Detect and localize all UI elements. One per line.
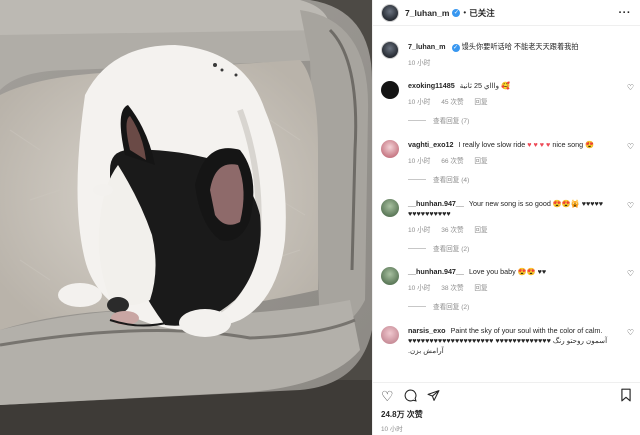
comment-text: I really love slow ride: [458, 140, 526, 149]
comment-emoji: 😍: [585, 140, 595, 149]
view-replies-label[interactable]: 查看回复 (2): [433, 301, 469, 311]
caption-meta: 10 小时: [408, 57, 634, 67]
reply-button[interactable]: 回复: [474, 227, 487, 234]
comment-username[interactable]: narsis_exo: [408, 326, 446, 335]
comment-text-block: vaghti_exo12 I really love slow ride ♥ ♥…: [408, 140, 634, 150]
bookmark-icon[interactable]: [620, 388, 632, 404]
caption-avatar[interactable]: [381, 41, 399, 59]
view-replies[interactable]: 查看回复 (2): [408, 301, 634, 311]
verified-badge-icon: ✓: [451, 44, 460, 52]
follow-button[interactable]: 已关注: [469, 7, 495, 19]
comment-item: exoking11485 واااي 25 ثانية 🥰 ♡ 10 小时 45…: [381, 81, 634, 125]
like-icon[interactable]: ♡: [381, 389, 394, 403]
black-heart-emojis: ♥♥♥♥♥: [581, 199, 604, 208]
comment-text-block: exoking11485 واااي 25 ثانية 🥰: [408, 81, 634, 91]
instagram-post: 7_luhan_m ✓ • 已关注 ··· 7_luhan_m ✓ 馒头你要听话哈…: [0, 0, 640, 435]
replies-divider: [408, 119, 426, 121]
comment-username[interactable]: __hunhan.947__: [408, 267, 464, 276]
caption-time: 10 小时: [408, 60, 431, 67]
black-heart-emojis-2: ♥♥♥♥♥♥♥♥♥♥♥♥♥: [495, 336, 551, 345]
header-username[interactable]: 7_luhan_m: [405, 8, 449, 18]
heart-emojis: ♥ ♥ ♥ ♥: [527, 140, 551, 149]
comment-text-block: narsis_exo Paint the sky of your soul wi…: [408, 326, 634, 356]
replies-divider: [408, 178, 426, 180]
action-bar: ♡: [373, 383, 640, 409]
comment-text: Your new song is so good: [468, 199, 551, 208]
comment-time: 10 小时: [408, 227, 431, 234]
caption-text-block: 7_luhan_m ✓ 馒头你要听话哈 不能老天天跟着我拍: [408, 41, 634, 52]
comment-avatar[interactable]: [381, 81, 399, 99]
comment-like-icon[interactable]: ♡: [627, 328, 634, 337]
comment-time: 10 小时: [408, 285, 431, 292]
comment-text: واااي 25 ثانية: [459, 81, 500, 90]
comment-text: Paint the sky of your soul with the colo…: [450, 326, 603, 335]
comment-text-tail: nice song: [552, 140, 584, 149]
view-replies-label[interactable]: 查看回复 (4): [433, 174, 469, 184]
black-heart-emojis: ♥♥♥♥♥♥♥♥♥♥♥♥♥♥♥♥♥♥♥♥: [408, 336, 494, 345]
caption-text: 馒头你要听话哈 不能老天天跟着我拍: [461, 42, 579, 51]
caption-item: 7_luhan_m ✓ 馒头你要听话哈 不能老天天跟着我拍 10 小时: [381, 41, 634, 67]
comment-time: 10 小时: [408, 99, 431, 106]
comment-item: __hunhan.947__ Your new song is so good …: [381, 199, 634, 253]
caption-username[interactable]: 7_luhan_m: [408, 42, 446, 51]
replies-divider: [408, 305, 426, 307]
likes-count[interactable]: 24.8万 次赞: [373, 409, 640, 420]
black-heart-emojis: ♥♥: [537, 267, 547, 276]
comment-emoji: 😍😍: [517, 267, 536, 276]
comment-meta: 10 小时 45 次赞 回复: [408, 96, 634, 106]
comment-avatar[interactable]: [381, 140, 399, 158]
comment-likes[interactable]: 66 次赞: [441, 158, 463, 165]
comment-avatar[interactable]: [381, 199, 399, 217]
comment-text-block: __hunhan.947__ Love you baby 😍😍 ♥♥: [408, 267, 634, 277]
user-avatar[interactable]: [381, 3, 399, 22]
view-replies-label[interactable]: 查看回复 (7): [433, 115, 469, 125]
black-heart-emojis-2: ♥♥♥♥♥♥♥♥♥♥: [408, 209, 451, 218]
comment-username[interactable]: vaghti_exo12: [408, 140, 454, 149]
comment-meta: 10 小时 38 次赞 回复: [408, 282, 634, 292]
reply-button[interactable]: 回复: [474, 99, 487, 106]
comment-like-icon[interactable]: ♡: [627, 269, 634, 278]
post-time: 10 小时: [381, 426, 403, 433]
view-replies[interactable]: 查看回复 (4): [408, 174, 634, 184]
reply-button[interactable]: 回复: [474, 285, 487, 292]
replies-divider: [408, 247, 426, 249]
verified-badge-icon: ✓: [452, 8, 461, 17]
comment-likes[interactable]: 45 次赞: [441, 99, 463, 106]
header-separator: •: [463, 8, 467, 17]
comment-likes[interactable]: 38 次赞: [441, 285, 463, 292]
comment-username[interactable]: exoking11485: [408, 81, 455, 90]
post-photo[interactable]: [0, 0, 372, 435]
comment-like-icon[interactable]: ♡: [627, 142, 634, 151]
comment-like-icon[interactable]: ♡: [627, 83, 634, 92]
comment-likes[interactable]: 36 次赞: [441, 227, 463, 234]
post-side-panel: 7_luhan_m ✓ • 已关注 ··· 7_luhan_m ✓ 馒头你要听话哈…: [372, 0, 640, 435]
share-icon[interactable]: [427, 389, 440, 404]
comment-item: narsis_exo Paint the sky of your soul wi…: [381, 326, 634, 356]
comment-icon[interactable]: [404, 389, 417, 404]
post-footer: ♡ 24.8万 次赞 10 小时: [373, 382, 640, 435]
comment-item: __hunhan.947__ Love you baby 😍😍 ♥♥ ♡ 10 …: [381, 267, 634, 311]
comment-text-block: __hunhan.947__ Your new song is so good …: [408, 199, 634, 219]
comment-emoji: 😍😍🙀: [552, 199, 580, 208]
reply-button[interactable]: 回复: [474, 158, 487, 165]
comment-meta: 10 小时 36 次赞 回复: [408, 224, 634, 234]
comment-emoji: 🥰: [501, 81, 511, 90]
dog-photo-illustration: [0, 0, 372, 435]
comment-avatar[interactable]: [381, 326, 399, 344]
more-options-icon[interactable]: ···: [619, 7, 632, 19]
comment-text: Love you baby: [468, 267, 516, 276]
comment-avatar[interactable]: [381, 267, 399, 285]
post-header: 7_luhan_m ✓ • 已关注 ···: [373, 0, 640, 26]
comment-username[interactable]: __hunhan.947__: [408, 199, 464, 208]
comment-item: vaghti_exo12 I really love slow ride ♥ ♥…: [381, 140, 634, 184]
view-replies[interactable]: 查看回复 (2): [408, 243, 634, 253]
view-replies-label[interactable]: 查看回复 (2): [433, 243, 469, 253]
comments-list[interactable]: 7_luhan_m ✓ 馒头你要听话哈 不能老天天跟着我拍 10 小时 exoki…: [373, 27, 640, 382]
comment-meta: 10 小时 66 次赞 回复: [408, 155, 634, 165]
comment-time: 10 小时: [408, 158, 431, 165]
view-replies[interactable]: 查看回复 (7): [408, 115, 634, 125]
comment-like-icon[interactable]: ♡: [627, 201, 634, 210]
